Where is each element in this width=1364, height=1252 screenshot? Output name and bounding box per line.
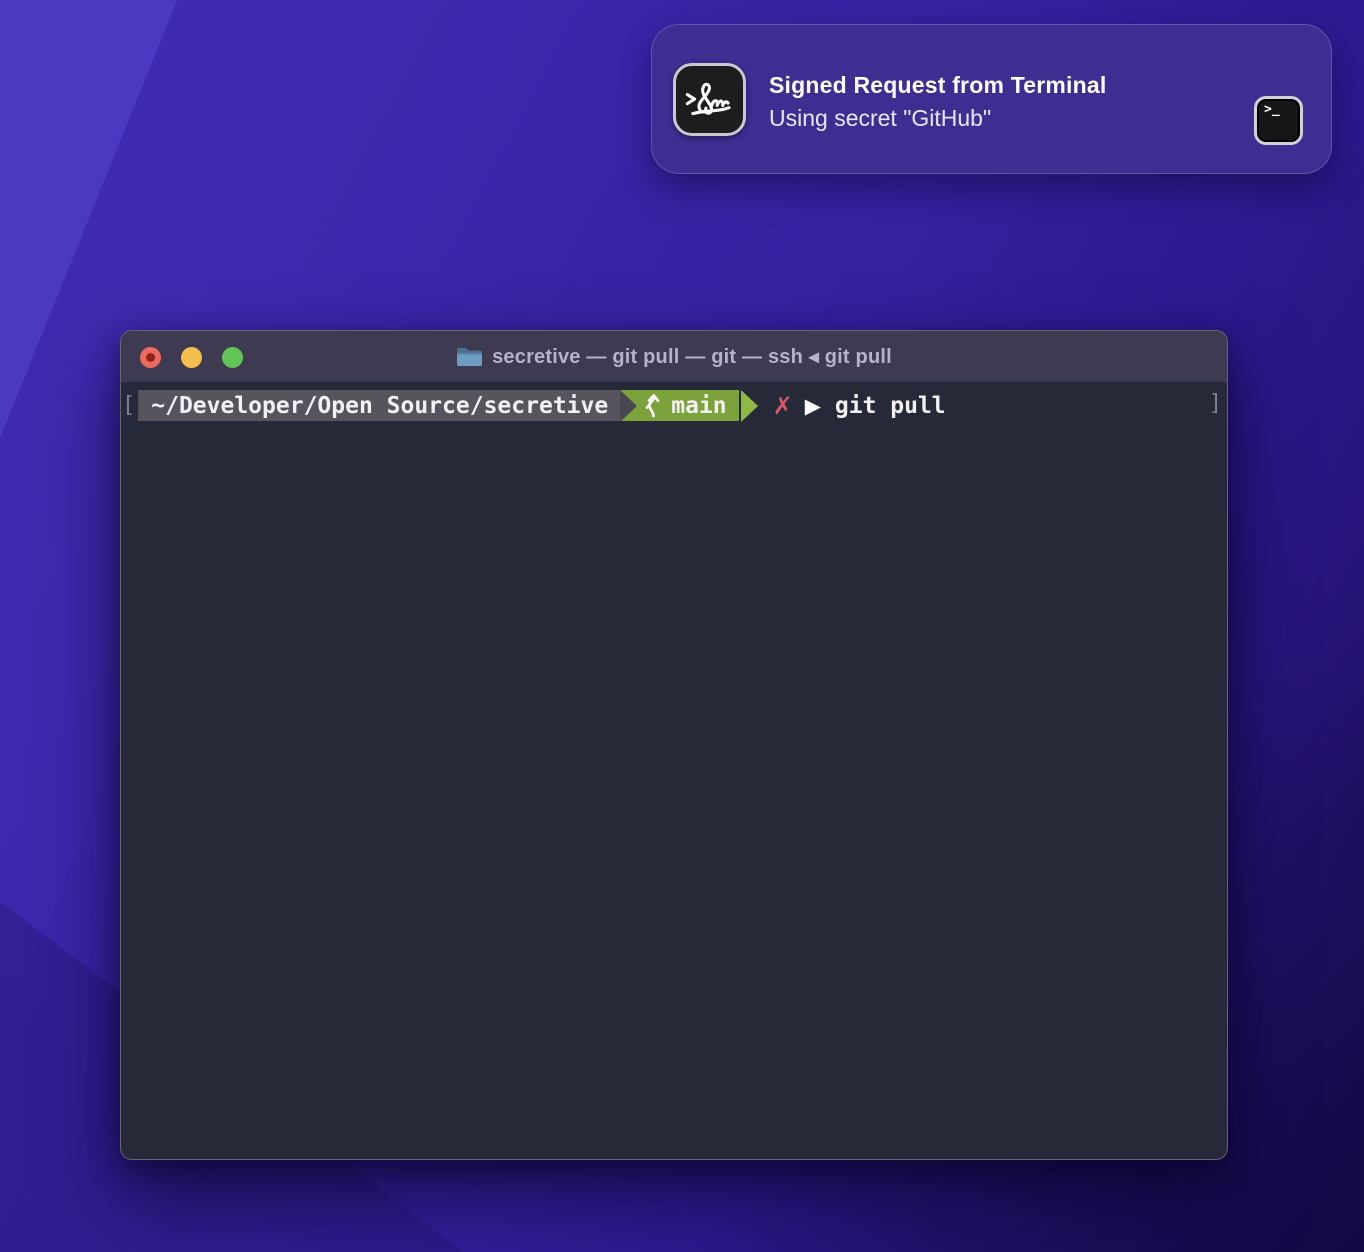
- window-title: secretive — git pull — git — ssh ◂ git p…: [492, 344, 892, 369]
- folder-proxy-icon: [456, 346, 483, 368]
- prompt-right-bracket: ]: [1209, 391, 1222, 416]
- notification-subtitle: Using secret "GitHub": [769, 105, 1106, 132]
- powerline-separator: [741, 390, 758, 422]
- exit-status-mark: ✗: [773, 392, 793, 420]
- prompt-left-bracket: [: [122, 393, 135, 418]
- close-button-dot: [146, 353, 155, 362]
- close-button[interactable]: [140, 347, 161, 368]
- notification-banner[interactable]: Signed Request from Terminal Using secre…: [651, 24, 1332, 174]
- terminal-window: secretive — git pull — git — ssh ◂ git p…: [120, 330, 1228, 1160]
- zoom-button[interactable]: [222, 347, 243, 368]
- window-titlebar[interactable]: secretive — git pull — git — ssh ◂ git p…: [121, 331, 1227, 383]
- notification-title: Signed Request from Terminal: [769, 72, 1106, 99]
- git-branch-name: main: [671, 393, 726, 419]
- cwd-path-segment: ~/Developer/Open Source/secretive: [138, 390, 620, 421]
- terminal-content[interactable]: [ ~/Developer/Open Source/secretive main…: [121, 390, 1227, 1160]
- shell-prompt-line: [ ~/Developer/Open Source/secretive main…: [121, 390, 1227, 421]
- typed-command: git pull: [835, 393, 946, 419]
- cwd-path-text: ~/Developer/Open Source/secretive: [151, 393, 608, 419]
- terminal-app-icon: >_: [1254, 96, 1303, 145]
- git-branch-icon: [645, 394, 662, 418]
- terminal-prompt-glyph: >_: [1264, 102, 1280, 117]
- powerline-separator: [620, 390, 637, 422]
- git-branch-segment: main: [620, 390, 738, 421]
- prompt-arrow-icon: ▶: [805, 394, 821, 418]
- minimize-button[interactable]: [181, 347, 202, 368]
- secretive-signature-icon: [673, 63, 746, 136]
